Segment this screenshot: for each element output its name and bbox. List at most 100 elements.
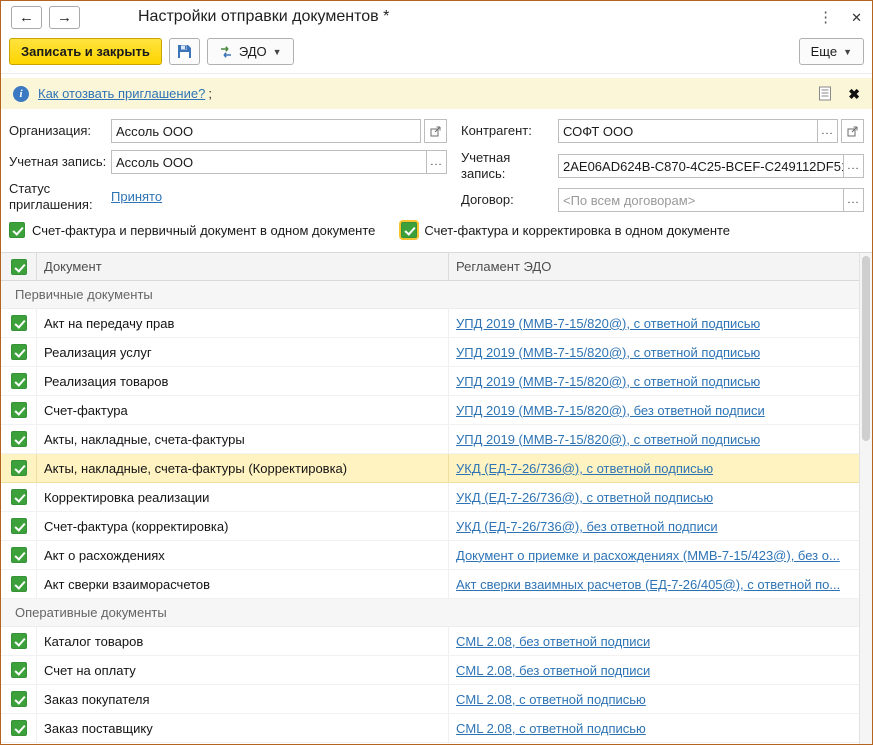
checkbox-cell (1, 309, 37, 337)
revoke-invitation-link[interactable]: Как отозвать приглашение? (38, 86, 205, 101)
table-row[interactable]: Реализация товаров УПД 2019 (ММВ-7-15/820… (1, 367, 872, 396)
account-right-choose-button[interactable]: ... (843, 155, 863, 177)
table-row[interactable]: Акт на передачу прав УПД 2019 (ММВ-7-15/8… (1, 309, 872, 338)
row-checkbox[interactable] (11, 547, 27, 563)
counterparty-open-button[interactable] (841, 119, 864, 143)
status-link[interactable]: Принято (111, 189, 162, 204)
counterparty-label: Контрагент: (461, 123, 558, 139)
table-row[interactable]: Реализация услуг УПД 2019 (ММВ-7-15/820@)… (1, 338, 872, 367)
table-row[interactable]: Счет на оплату CML 2.08, без ответной под… (1, 656, 872, 685)
settings-window: ← → Настройки отправки документов * ⋮ ✕ … (0, 0, 873, 745)
back-button[interactable]: ← (11, 6, 42, 29)
vertical-scrollbar[interactable] (859, 253, 872, 744)
row-checkbox[interactable] (11, 373, 27, 389)
counterparty-choose-button[interactable]: ... (817, 120, 837, 142)
reglament-link[interactable]: УКД (ЕД-7-26/736@), без ответной подписи (456, 519, 718, 534)
document-cell[interactable]: Счет-фактура (37, 396, 449, 424)
document-list-icon[interactable] (818, 86, 832, 101)
edo-icon (219, 45, 233, 59)
contract-choose-button[interactable]: ... (843, 189, 863, 211)
row-checkbox[interactable] (11, 402, 27, 418)
infobar-close-icon[interactable]: ✖ (848, 87, 860, 101)
document-cell[interactable]: Акт на передачу прав (37, 309, 449, 337)
kebab-menu-icon[interactable]: ⋮ (818, 10, 833, 25)
more-label: Еще (811, 44, 837, 59)
table-row[interactable]: Акт сверки взаиморасчетов Акт сверки взаи… (1, 570, 872, 599)
document-cell[interactable]: Акт сверки взаиморасчетов (37, 570, 449, 598)
edo-menu-button[interactable]: ЭДО ▼ (207, 38, 294, 65)
reglament-link[interactable]: CML 2.08, без ответной подписи (456, 634, 650, 649)
document-cell[interactable]: Корректировка реализации (37, 483, 449, 511)
document-column-header[interactable]: Документ (37, 253, 449, 280)
option-invoice-correction[interactable]: Счет-фактура и корректировка в одном док… (401, 222, 730, 238)
row-checkbox[interactable] (11, 518, 27, 534)
row-checkbox[interactable] (11, 662, 27, 678)
document-cell[interactable]: Заказ поставщику (37, 714, 449, 742)
document-cell[interactable]: Акты, накладные, счета-фактуры (Корректи… (37, 454, 449, 482)
option-checkbox-0[interactable] (9, 222, 25, 238)
organization-open-button[interactable] (424, 119, 447, 143)
option-invoice-primary[interactable]: Счет-фактура и первичный документ в одно… (9, 222, 375, 238)
document-cell[interactable]: Акты, накладные, счета-фактуры (37, 425, 449, 453)
row-checkbox[interactable] (11, 489, 27, 505)
table-row[interactable]: Корректировка реализации УКД (ЕД-7-26/736… (1, 483, 872, 512)
reglament-link[interactable]: УПД 2019 (ММВ-7-15/820@), без ответной п… (456, 403, 765, 418)
document-cell[interactable]: Заказ покупателя (37, 685, 449, 713)
row-checkbox[interactable] (11, 720, 27, 736)
table-row[interactable]: Заказ покупателя CML 2.08, с ответной под… (1, 685, 872, 714)
more-button[interactable]: Еще ▼ (799, 38, 864, 65)
group-row[interactable]: Первичные документы (1, 281, 872, 309)
row-checkbox[interactable] (11, 576, 27, 592)
checkbox-cell (1, 541, 37, 569)
document-cell[interactable]: Счет-фактура (корректировка) (37, 512, 449, 540)
table-row[interactable]: Акты, накладные, счета-фактуры УПД 2019 (… (1, 425, 872, 454)
document-cell[interactable]: Акт о расхождениях (37, 541, 449, 569)
document-cell[interactable]: Реализация услуг (37, 338, 449, 366)
reglament-link[interactable]: Документ о приемке и расхождениях (ММВ-7… (456, 548, 840, 563)
scrollbar-thumb[interactable] (862, 256, 870, 441)
save-and-close-button[interactable]: Записать и закрыть (9, 38, 162, 65)
row-checkbox[interactable] (11, 315, 27, 331)
reglament-link[interactable]: УКД (ЕД-7-26/736@), с ответной подписью (456, 490, 713, 505)
document-cell[interactable]: Реализация товаров (37, 367, 449, 395)
option-checkbox-1[interactable] (401, 222, 417, 238)
reglament-link[interactable]: CML 2.08, с ответной подписью (456, 692, 646, 707)
reglament-link[interactable]: CML 2.08, с ответной подписью (456, 721, 646, 736)
table-row[interactable]: Счет-фактура (корректировка) УКД (ЕД-7-26… (1, 512, 872, 541)
table-row[interactable]: Счет-фактура УПД 2019 (ММВ-7-15/820@), бе… (1, 396, 872, 425)
counterparty-field[interactable]: СОФТ ООО ... (558, 119, 838, 143)
row-checkbox[interactable] (11, 633, 27, 649)
select-all-checkbox[interactable] (11, 259, 27, 275)
reglament-column-header[interactable]: Регламент ЭДО (449, 253, 859, 280)
account-left-choose-button[interactable]: ... (426, 151, 446, 173)
reglament-link[interactable]: УПД 2019 (ММВ-7-15/820@), с ответной под… (456, 374, 760, 389)
table-row[interactable]: Каталог товаров CML 2.08, без ответной по… (1, 627, 872, 656)
reglament-link[interactable]: CML 2.08, без ответной подписи (456, 663, 650, 678)
reglament-link[interactable]: УПД 2019 (ММВ-7-15/820@), с ответной под… (456, 432, 760, 447)
document-cell[interactable]: Счет на оплату (37, 656, 449, 684)
forward-button[interactable]: → (49, 6, 80, 29)
table-row[interactable]: Акты, накладные, счета-фактуры (Корректи… (1, 454, 872, 483)
contract-field[interactable]: <По всем договорам> ... (558, 188, 864, 212)
reglament-cell: Акт сверки взаимных расчетов (ЕД-7-26/40… (449, 570, 859, 598)
window-close-icon[interactable]: ✕ (851, 11, 862, 24)
account-left-field[interactable]: Ассоль ООО ... (111, 150, 447, 174)
table-row[interactable]: Акт о расхождениях Документ о приемке и р… (1, 541, 872, 570)
reglament-link[interactable]: УПД 2019 (ММВ-7-15/820@), с ответной под… (456, 316, 760, 331)
reglament-link[interactable]: УКД (ЕД-7-26/736@), с ответной подписью (456, 461, 713, 476)
account-right-field[interactable]: 2AE06AD624B-C870-4C25-BCEF-C249112DF51..… (558, 154, 864, 178)
row-checkbox[interactable] (11, 460, 27, 476)
organization-row: Организация: Ассоль ООО (9, 119, 447, 143)
row-checkbox[interactable] (11, 344, 27, 360)
save-button[interactable] (169, 38, 200, 65)
organization-field[interactable]: Ассоль ООО (111, 119, 421, 143)
row-checkbox[interactable] (11, 691, 27, 707)
document-cell[interactable]: Каталог товаров (37, 627, 449, 655)
reglament-link[interactable]: Акт сверки взаимных расчетов (ЕД-7-26/40… (456, 577, 840, 592)
row-checkbox[interactable] (11, 431, 27, 447)
group-row[interactable]: Оперативные документы (1, 599, 872, 627)
reglament-link[interactable]: УПД 2019 (ММВ-7-15/820@), с ответной под… (456, 345, 760, 360)
forward-arrow-icon: → (57, 9, 72, 26)
table-row[interactable]: Заказ поставщику CML 2.08, с ответной под… (1, 714, 872, 743)
form-area: Организация: Ассоль ООО Учетная запись: … (1, 109, 872, 212)
